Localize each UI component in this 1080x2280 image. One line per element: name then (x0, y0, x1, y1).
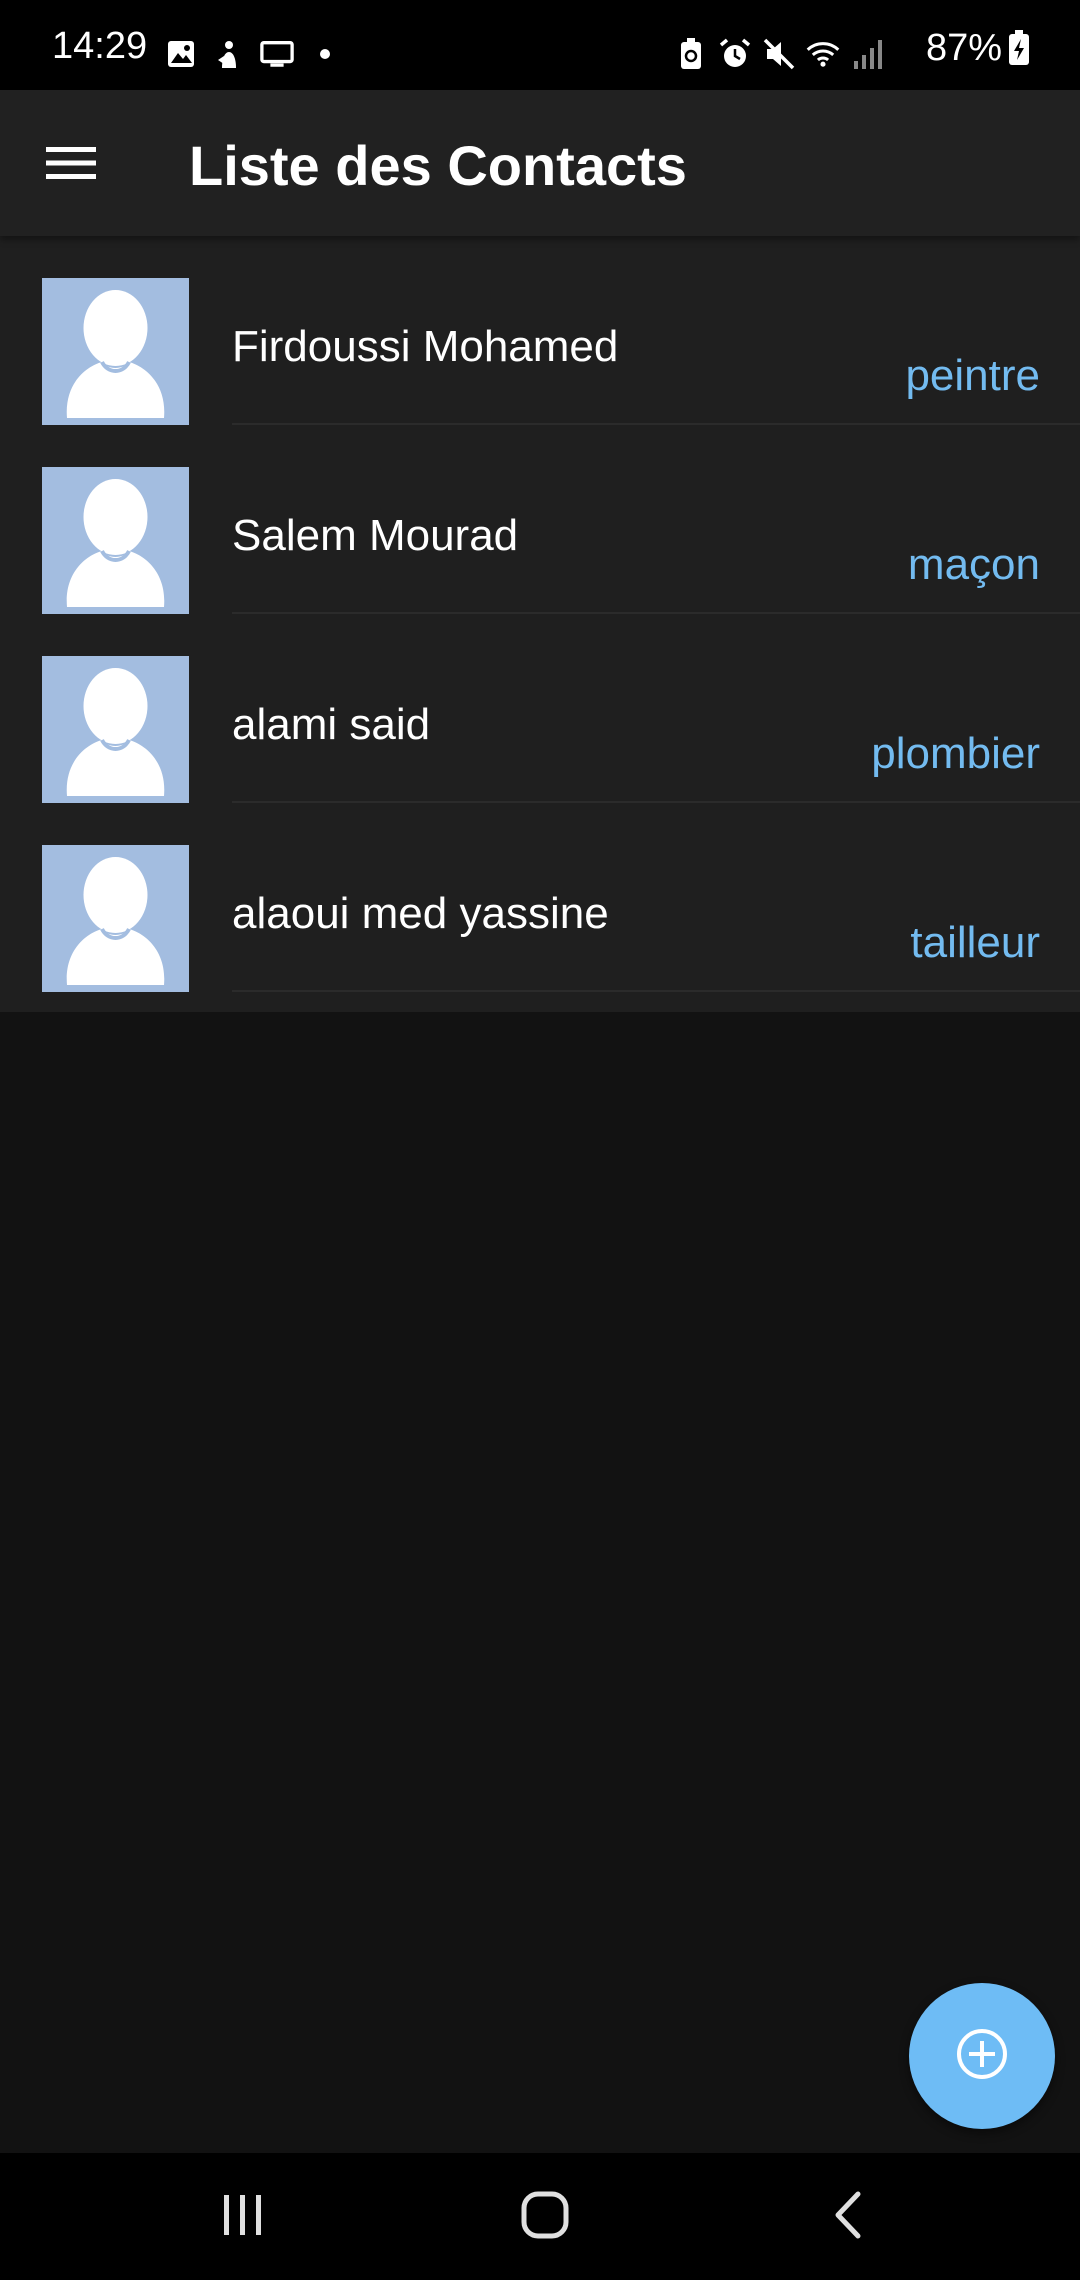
recent-apps-icon (220, 2193, 266, 2242)
contact-row[interactable]: Salem Mourad maçon (0, 425, 1080, 614)
avatar (42, 278, 189, 425)
battery-charging-icon (1006, 28, 1032, 68)
status-bar: 14:29 87% (0, 0, 1080, 90)
battery-indicator: 87% (926, 28, 1032, 68)
contact-job: maçon (907, 540, 1040, 589)
battery-percent: 87% (925, 27, 1002, 69)
avatar (42, 845, 189, 992)
contact-row[interactable]: alaoui med yassine tailleur (0, 803, 1080, 992)
sync-icon (212, 37, 246, 71)
back-button[interactable] (802, 2177, 892, 2257)
contact-name: Firdoussi Mohamed (232, 322, 619, 371)
home-button[interactable] (500, 2177, 590, 2257)
app-bar: Liste des Contacts (0, 90, 1080, 236)
avatar (42, 467, 189, 614)
menu-icon (46, 145, 96, 186)
wifi-icon (806, 37, 840, 71)
status-time: 14:29 (52, 25, 148, 67)
navigation-bar (0, 2153, 1080, 2280)
gallery-icon (164, 37, 198, 71)
back-icon (830, 2190, 864, 2245)
person-icon (66, 668, 165, 796)
alarm-icon (718, 37, 752, 71)
person-icon (66, 479, 165, 607)
contact-row[interactable]: Firdoussi Mohamed peintre (0, 236, 1080, 425)
page-title: Liste des Contacts (189, 134, 687, 197)
contact-name: alaoui med yassine (232, 889, 609, 938)
home-icon (520, 2190, 570, 2245)
status-right-icons (664, 34, 884, 74)
contact-name: Salem Mourad (232, 511, 519, 560)
menu-button[interactable] (36, 130, 106, 200)
add-circle-icon (954, 2026, 1010, 2087)
status-left-icons (164, 34, 356, 74)
mute-icon (762, 37, 796, 71)
cast-icon (260, 37, 294, 71)
dot-icon (308, 37, 342, 71)
battery-saver-icon (674, 37, 708, 71)
avatar (42, 656, 189, 803)
recent-apps-button[interactable] (198, 2177, 288, 2257)
person-icon (66, 857, 165, 985)
signal-icon (850, 37, 884, 71)
contact-list: Firdoussi Mohamed peintre Salem Mourad m… (0, 236, 1080, 1012)
contact-name: alami said (232, 700, 431, 749)
divider (232, 990, 1080, 992)
contact-row[interactable]: alami said plombier (0, 614, 1080, 803)
contact-job: tailleur (910, 918, 1040, 967)
contact-job: plombier (871, 729, 1040, 778)
contact-job: peintre (905, 351, 1040, 400)
add-contact-button[interactable] (909, 1983, 1055, 2129)
person-icon (66, 290, 165, 418)
